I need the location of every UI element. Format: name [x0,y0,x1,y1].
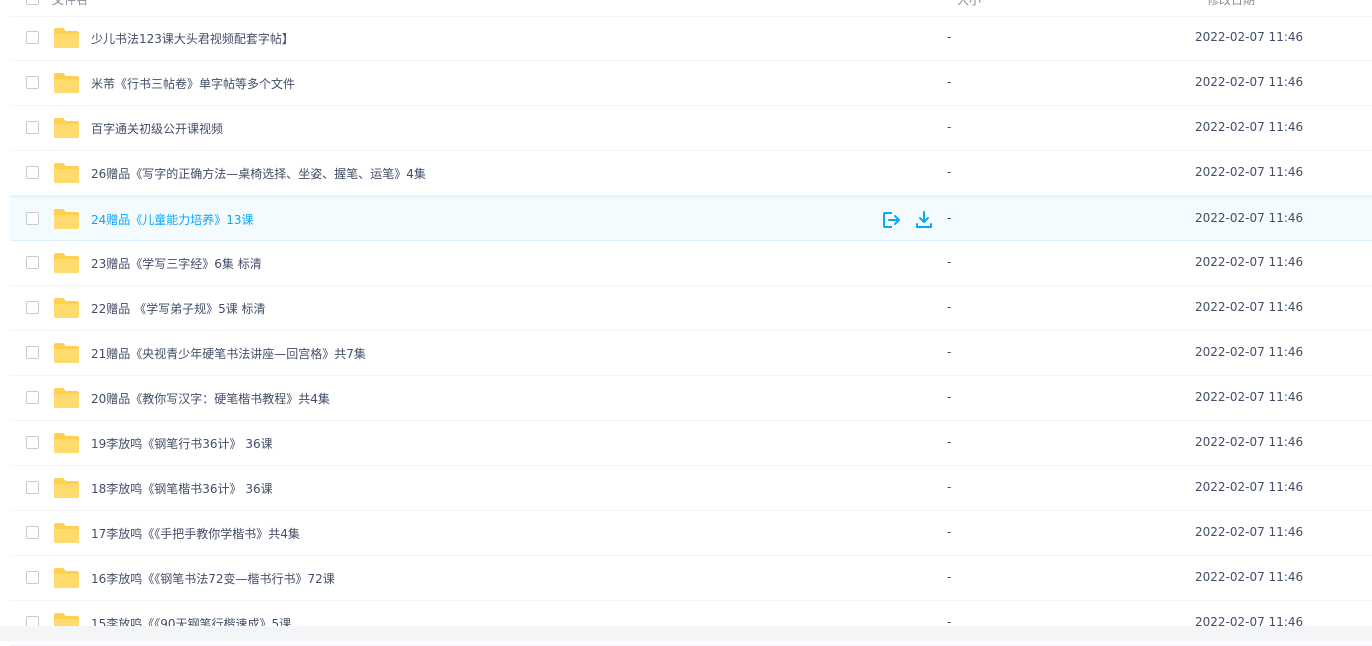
file-date: 2022-02-07 11:46 [1195,30,1304,44]
file-name[interactable]: 少儿书法123课大头君视频配套字帖】 [91,30,294,47]
file-name[interactable]: 18李放鸣《钢笔楷书36计》 36课 [91,480,273,497]
file-size: - [947,120,952,134]
file-row[interactable]: 19李放鸣《钢笔行书36计》 36课 - 2022-02-07 11:46 [10,421,1372,466]
file-row[interactable]: 16李放鸣《《钢笔书法72变—楷书行书》72课 - 2022-02-07 11:46 [10,556,1372,601]
row-checkbox[interactable] [26,346,39,359]
file-row[interactable]: 百字通关初级公开课视频 - 2022-02-07 11:46 [10,106,1372,151]
row-checkbox[interactable] [26,526,39,539]
file-row[interactable]: 18李放鸣《钢笔楷书36计》 36课 - 2022-02-07 11:46 [10,466,1372,511]
file-row[interactable]: 26赠品《写字的正确方法—桌椅选择、坐姿、握笔、运笔》4集 - 2022-02-07… [10,151,1372,196]
row-checkbox[interactable] [26,391,39,404]
file-name[interactable]: 19李放鸣《钢笔行书36计》 36课 [91,435,273,452]
file-row[interactable]: 少儿书法123课大头君视频配套字帖】 - 2022-02-07 11:46 [10,16,1372,61]
file-row[interactable]: 23赠品《学写三字经》6集 标清 - 2022-02-07 11:46 [10,241,1372,286]
file-name[interactable]: 16李放鸣《《钢笔书法72变—楷书行书》72课 [91,570,335,587]
folder-icon[interactable] [53,567,80,589]
file-size: - [947,390,952,404]
row-checkbox[interactable] [26,31,39,44]
file-date: 2022-02-07 11:46 [1195,165,1304,179]
column-date-header[interactable]: 修改日期 [1207,0,1255,8]
folder-icon[interactable] [53,432,80,454]
file-name[interactable]: 百字通关初级公开课视频 [91,120,223,137]
file-date: 2022-02-07 11:46 [1195,75,1304,89]
file-row[interactable]: 20赠品《教你写汉字：硬笔楷书教程》共4集 - 2022-02-07 11:46 [10,376,1372,421]
file-name[interactable]: 20赠品《教你写汉字：硬笔楷书教程》共4集 [91,390,330,407]
share-icon[interactable] [881,210,901,230]
file-date: 2022-02-07 11:46 [1195,480,1304,494]
row-checkbox[interactable] [26,256,39,269]
folder-icon[interactable] [53,162,80,184]
folder-icon[interactable] [53,477,80,499]
file-row[interactable]: 米芾《行书三帖卷》单字帖等多个文件 - 2022-02-07 11:46 [10,61,1372,106]
file-size: - [947,345,952,359]
file-row[interactable]: 17李放鸣《《手把手教你学楷书》共4集 - 2022-02-07 11:46 [10,511,1372,556]
file-name[interactable]: 22赠品 《学写弟子规》5课 标清 [91,300,266,317]
file-size: - [947,570,952,584]
row-checkbox[interactable] [26,121,39,134]
row-checkbox[interactable] [26,76,39,89]
row-checkbox[interactable] [26,481,39,494]
column-size-header[interactable]: 大小 [957,0,981,8]
file-name[interactable]: 21赠品《央视青少年硬笔书法讲座—回宫格》共7集 [91,345,366,362]
file-date: 2022-02-07 11:46 [1195,345,1304,359]
file-name[interactable]: 26赠品《写字的正确方法—桌椅选择、坐姿、握笔、运笔》4集 [91,165,426,182]
folder-icon[interactable] [53,297,80,319]
file-row[interactable]: 24赠品《儿童能力培养》13课 - 2022-02-07 11:46 [10,196,1372,241]
folder-icon[interactable] [53,342,80,364]
row-checkbox[interactable] [26,212,39,225]
file-name[interactable]: 米芾《行书三帖卷》单字帖等多个文件 [91,75,295,92]
file-date: 2022-02-07 11:46 [1195,120,1304,134]
file-size: - [947,75,952,89]
file-date: 2022-02-07 11:46 [1195,435,1304,449]
file-size: - [947,300,952,314]
row-checkbox[interactable] [26,166,39,179]
file-size: - [947,480,952,494]
folder-icon[interactable] [53,117,80,139]
file-date: 2022-02-07 11:46 [1195,390,1304,404]
file-size: - [947,525,952,539]
file-size: - [947,211,952,225]
file-date: 2022-02-07 11:46 [1195,570,1304,584]
list-header: 文件名 大小 修改日期 [10,0,1372,17]
select-all-checkbox[interactable] [26,0,39,5]
row-checkbox[interactable] [26,571,39,584]
file-size: - [947,165,952,179]
horizontal-scrollbar[interactable] [0,626,1372,641]
folder-icon[interactable] [53,208,80,230]
file-date: 2022-02-07 11:46 [1195,300,1304,314]
row-checkbox[interactable] [26,301,39,314]
file-date: 2022-02-07 11:46 [1195,255,1304,269]
folder-icon[interactable] [53,252,80,274]
file-row[interactable]: 22赠品 《学写弟子规》5课 标清 - 2022-02-07 11:46 [10,286,1372,331]
file-row[interactable]: 21赠品《央视青少年硬笔书法讲座—回宫格》共7集 - 2022-02-07 11:4… [10,331,1372,376]
folder-icon[interactable] [53,72,80,94]
file-name[interactable]: 24赠品《儿童能力培养》13课 [91,211,254,228]
file-size: - [947,255,952,269]
file-name[interactable]: 17李放鸣《《手把手教你学楷书》共4集 [91,525,300,542]
row-checkbox[interactable] [26,436,39,449]
download-icon[interactable] [914,210,934,230]
row-actions [881,210,934,230]
file-date: 2022-02-07 11:46 [1195,525,1304,539]
file-date: 2022-02-07 11:46 [1195,211,1304,225]
column-name-header[interactable]: 文件名 [52,0,88,8]
file-size: - [947,435,952,449]
folder-icon[interactable] [53,522,80,544]
folder-icon[interactable] [53,387,80,409]
file-size: - [947,30,952,44]
folder-icon[interactable] [53,27,80,49]
file-name[interactable]: 23赠品《学写三字经》6集 标清 [91,255,262,272]
